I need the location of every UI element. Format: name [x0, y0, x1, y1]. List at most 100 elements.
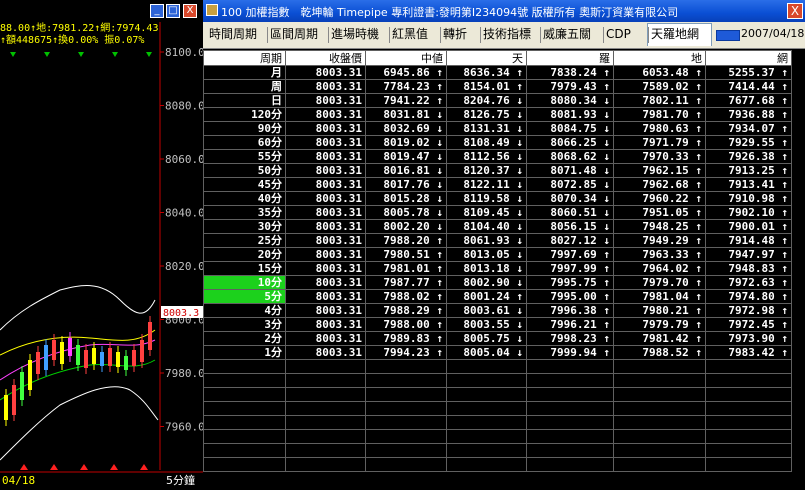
candle-body: [20, 372, 24, 400]
empty-cell: [203, 415, 286, 430]
price-label: 8080.0: [165, 100, 203, 113]
table-row[interactable]: 60分 8003.31 8019.02 ↓ 8108.49 ↓ 8066.25 ↓ 797…: [203, 135, 792, 150]
cell-di: 7981.04 ↑: [613, 289, 706, 304]
candle-body: [92, 348, 96, 364]
tab-3[interactable]: 紅黑值: [392, 25, 428, 44]
candle-body: [108, 348, 112, 366]
table-row[interactable]: 月 8003.31 6945.86 ↑ 8636.34 ↑ 7838.24 ↑ 6053.…: [203, 65, 792, 80]
empty-row: [203, 359, 792, 374]
cell-period: 55分: [203, 149, 286, 164]
empty-cell: [365, 387, 447, 402]
cell-close: 8003.31: [285, 317, 366, 332]
price-label: 8060.0: [165, 153, 203, 166]
price-label: 8040.0: [165, 207, 203, 220]
column-header[interactable]: 收盤價: [285, 50, 366, 66]
candle-body: [28, 360, 32, 390]
cell-tian: 8013.05 ↓: [446, 247, 527, 262]
empty-cell: [705, 373, 792, 388]
table-row[interactable]: 10分 8003.31 7987.77 ↑ 8002.90 ↓ 7995.75 ↑ 797…: [203, 275, 792, 290]
signal-marker: [78, 52, 84, 57]
empty-cell: [203, 429, 286, 444]
cell-wang: 7414.44 ↑: [705, 79, 792, 94]
title-bar[interactable]: 100 加權指數 乾坤輪 Timepipe 專利證書:發明第I234094號 版…: [203, 0, 805, 22]
tab-1[interactable]: 區間周期: [270, 25, 318, 44]
table-row[interactable]: 55分 8003.31 8019.47 ↓ 8112.56 ↓ 8068.62 ↓ 797…: [203, 149, 792, 164]
table-row[interactable]: 15分 8003.31 7981.01 ↑ 8013.18 ↓ 7997.99 ↑ 796…: [203, 261, 792, 276]
cell-period: 4分: [203, 303, 286, 318]
cell-tian: 8005.75 ↓: [446, 331, 527, 346]
table-row[interactable]: 25分 8003.31 7988.20 ↑ 8061.93 ↓ 8027.12 ↓ 794…: [203, 233, 792, 248]
tab-7[interactable]: CDP: [606, 25, 631, 44]
table-row[interactable]: 120分 8003.31 8031.81 ↓ 8126.75 ↓ 8081.93 ↓ 79…: [203, 107, 792, 122]
tab-0[interactable]: 時間周期: [209, 25, 257, 44]
cell-di: 7962.15 ↑: [613, 163, 706, 178]
empty-cell: [285, 387, 366, 402]
cell-wang: 7936.88 ↑: [705, 107, 792, 122]
column-header[interactable]: 中値: [365, 50, 447, 66]
chart-close-button[interactable]: X: [183, 4, 197, 18]
candle-body: [44, 345, 48, 370]
cell-close: 8003.31: [285, 345, 366, 360]
empty-cell: [705, 415, 792, 430]
cell-mid: 8019.47 ↓: [365, 149, 447, 164]
cell-luo: 7997.69 ↑: [526, 247, 614, 262]
table-row[interactable]: 4分 8003.31 7988.29 ↑ 8003.61 ↓ 7996.38 ↑ 7980…: [203, 303, 792, 318]
table-row[interactable]: 2分 8003.31 7989.83 ↑ 8005.75 ↓ 7998.23 ↑ 7981…: [203, 331, 792, 346]
empty-cell: [613, 359, 706, 374]
table-row[interactable]: 20分 8003.31 7980.51 ↑ 8013.05 ↓ 7997.69 ↑ 796…: [203, 247, 792, 262]
restore-button[interactable]: □: [166, 4, 180, 18]
cell-close: 8003.31: [285, 219, 366, 234]
column-header[interactable]: 周期: [203, 50, 286, 66]
cell-period: 35分: [203, 205, 286, 220]
empty-cell: [285, 415, 366, 430]
table-row[interactable]: 周 8003.31 7784.23 ↑ 8154.01 ↑ 7979.43 ↑ 7589.…: [203, 79, 792, 94]
cell-mid: 7980.51 ↑: [365, 247, 447, 262]
tab-4[interactable]: 轉折: [443, 25, 467, 44]
column-header[interactable]: 地: [613, 50, 706, 66]
empty-cell: [613, 387, 706, 402]
table-row[interactable]: 50分 8003.31 8016.81 ↓ 8120.37 ↓ 8071.48 ↓ 796…: [203, 163, 792, 178]
cell-close: 8003.31: [285, 135, 366, 150]
tab-2[interactable]: 進場時機: [331, 25, 379, 44]
table-row[interactable]: 45分 8003.31 8017.76 ↓ 8122.11 ↓ 8072.85 ↓ 796…: [203, 177, 792, 192]
cell-wang: 7913.41 ↑: [705, 177, 792, 192]
cell-tian: 8005.04 ↓: [446, 345, 527, 360]
column-header[interactable]: 羅: [526, 50, 614, 66]
table-row[interactable]: 5分 8003.31 7988.02 ↑ 8001.24 ↑ 7995.00 ↑ 7981…: [203, 289, 792, 304]
tab-5[interactable]: 技術指標: [483, 25, 531, 44]
price-chart-panel[interactable]: 88.00↑地:7981.22↑網:7974.43 ↑額448675↑換0.00%…: [0, 0, 203, 490]
cell-wang: 7913.25 ↑: [705, 163, 792, 178]
tab-separator: [440, 27, 441, 43]
cell-mid: 7981.01 ↑: [365, 261, 447, 276]
cell-period: 5分: [203, 289, 286, 304]
table-row[interactable]: 3分 8003.31 7988.00 ↑ 8003.55 ↓ 7996.21 ↑ 7979…: [203, 317, 792, 332]
empty-cell: [203, 359, 286, 374]
cell-close: 8003.31: [285, 247, 366, 262]
empty-cell: [203, 443, 286, 458]
table-row[interactable]: 30分 8003.31 8002.20 ↓ 8104.40 ↓ 8056.15 ↓ 794…: [203, 219, 792, 234]
tab-8[interactable]: 天羅地網: [651, 25, 699, 44]
cell-close: 8003.31: [285, 303, 366, 318]
cell-luo: 7998.23 ↑: [526, 331, 614, 346]
tab-separator: [603, 27, 604, 43]
cell-wang: 7926.38 ↑: [705, 149, 792, 164]
cell-period: 10分: [203, 275, 286, 290]
cell-tian: 8636.34 ↑: [446, 65, 527, 80]
table-row[interactable]: 90分 8003.31 8032.69 ↓ 8131.31 ↓ 8084.75 ↓ 798…: [203, 121, 792, 136]
cell-luo: 7997.99 ↑: [526, 261, 614, 276]
table-row[interactable]: 1分 8003.31 7994.23 ↑ 8005.04 ↓ 7999.94 ↑ 7988…: [203, 345, 792, 360]
close-button[interactable]: X: [787, 3, 803, 19]
table-row[interactable]: 35分 8003.31 8005.78 ↓ 8109.45 ↓ 8060.51 ↓ 795…: [203, 205, 792, 220]
cell-period: 2分: [203, 331, 286, 346]
cell-mid: 8019.02 ↓: [365, 135, 447, 150]
column-header[interactable]: 網: [705, 50, 792, 66]
tab-6[interactable]: 威廉五關: [543, 25, 591, 44]
signal-marker-bottom: [50, 464, 58, 470]
column-header[interactable]: 天: [446, 50, 527, 66]
tianluo-diwang-window: 100 加權指數 乾坤輪 Timepipe 專利證書:發明第I234094號 版…: [203, 0, 805, 490]
price-chart: 88.00↑地:7981.22↑網:7974.43↑額448675↑換0.00%…: [0, 21, 203, 487]
minimize-button[interactable]: _: [150, 4, 164, 18]
table-row[interactable]: 日 8003.31 7941.22 ↑ 8204.76 ↓ 8080.34 ↓ 7802.…: [203, 93, 792, 108]
table-row[interactable]: 40分 8003.31 8015.28 ↓ 8119.58 ↓ 8070.34 ↓ 796…: [203, 191, 792, 206]
empty-cell: [526, 429, 614, 444]
